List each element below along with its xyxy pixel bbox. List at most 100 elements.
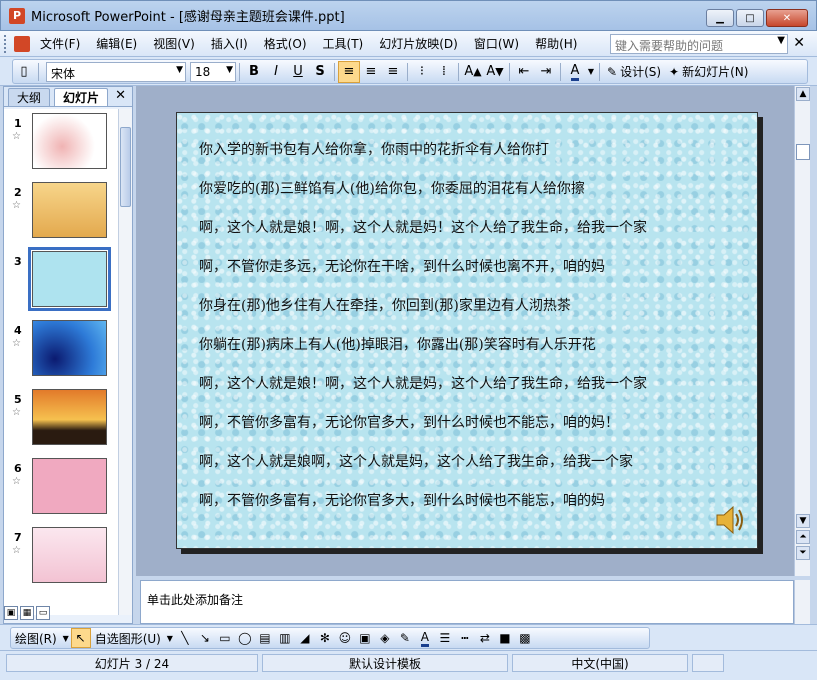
menu-insert[interactable]: 插入(I) bbox=[205, 35, 254, 52]
tab-slides[interactable]: 幻灯片 bbox=[54, 88, 109, 106]
chevron-down-icon[interactable]: ▼ bbox=[61, 628, 71, 648]
slide-text-line[interactable]: 啊，这个人就是娘！啊，这个人就是妈！这个人给了我生命，给我一个家 bbox=[199, 217, 647, 237]
slide-text-line[interactable]: 啊，这个人就是娘！啊，这个人就是妈，这个人给了我生命，给我一个家 bbox=[199, 373, 647, 393]
slide-thumbnail-row[interactable]: 3 bbox=[4, 247, 118, 316]
powerpoint-app-icon[interactable]: P bbox=[9, 7, 25, 24]
slide-text-line[interactable]: 你爱吃的(那)三鲜馅有人(他)给你包，你委屈的泪花有人给你擦 bbox=[199, 178, 585, 198]
bold-icon[interactable]: B bbox=[243, 61, 265, 83]
diagram-icon[interactable]: ✻ bbox=[315, 628, 335, 648]
slide-thumbnail-row[interactable]: 6 ☆ bbox=[4, 454, 118, 523]
chevron-down-icon[interactable]: ▼ bbox=[586, 61, 596, 83]
picture-icon[interactable]: ▣ bbox=[355, 628, 375, 648]
font-size-select[interactable]: 18 ▼ bbox=[190, 61, 236, 82]
slide-text-line[interactable]: 啊，不管你多富有，无论你官多大，到什么时候也不能忘，咱的妈！ bbox=[199, 412, 619, 432]
underline-icon[interactable]: U bbox=[287, 61, 309, 83]
rectangle-tool-icon[interactable]: ▭ bbox=[215, 628, 235, 648]
arrow-tool-icon[interactable]: ↘ bbox=[195, 628, 215, 648]
chevron-down-icon[interactable]: ▼ bbox=[165, 628, 175, 648]
slideshow-view-icon[interactable]: ▭ bbox=[36, 606, 50, 620]
notes-scrollbar[interactable] bbox=[794, 580, 810, 624]
current-slide[interactable]: 你入学的新书包有人给你拿，你雨中的花折伞有人给你打 你爱吃的(那)三鲜馅有人(他… bbox=[176, 112, 758, 549]
slide-thumbnail[interactable] bbox=[32, 527, 107, 583]
design-button[interactable]: ✎ 设计(S) bbox=[603, 63, 665, 80]
chevron-down-icon[interactable]: ▼ bbox=[176, 65, 183, 75]
thumbnail-scrollbar[interactable] bbox=[118, 109, 132, 615]
numbered-list-icon[interactable]: ⁝ bbox=[411, 61, 433, 83]
document-icon[interactable] bbox=[14, 35, 30, 52]
align-center-icon[interactable]: ≡ bbox=[360, 61, 382, 83]
slide-thumbnail[interactable] bbox=[32, 113, 107, 169]
italic-icon[interactable]: I bbox=[265, 61, 287, 83]
font-color-icon[interactable]: A bbox=[564, 61, 586, 83]
vertical-textbox-icon[interactable]: ▥ bbox=[275, 628, 295, 648]
shadow-icon[interactable]: S bbox=[309, 61, 331, 83]
menu-view[interactable]: 视图(V) bbox=[147, 35, 201, 52]
menu-help[interactable]: 帮助(H) bbox=[529, 35, 583, 52]
wordart-icon[interactable]: ◢ bbox=[295, 628, 315, 648]
close-document-icon[interactable]: ✕ bbox=[793, 35, 805, 51]
menu-file[interactable]: 文件(F) bbox=[34, 35, 86, 52]
menu-tools[interactable]: 工具(T) bbox=[317, 35, 370, 52]
previous-slide-icon[interactable]: ⏶ bbox=[796, 530, 810, 544]
slide-text-line[interactable]: 啊，不管你多富有，无论你官多大，到什么时候也不能忘，咱的妈 bbox=[199, 490, 605, 510]
arrow-style-icon[interactable]: ⇄ bbox=[475, 628, 495, 648]
chevron-down-icon[interactable]: ▼ bbox=[226, 65, 233, 75]
scrollbar-thumb[interactable] bbox=[796, 144, 810, 160]
line-style-icon[interactable]: ☰ bbox=[435, 628, 455, 648]
bulleted-list-icon[interactable]: ⁞ bbox=[433, 61, 455, 83]
scroll-up-icon[interactable]: ▲ bbox=[796, 87, 810, 101]
slide-sorter-view-icon[interactable]: ▦ bbox=[20, 606, 34, 620]
notes-pane[interactable]: 单击此处添加备注 bbox=[140, 580, 794, 624]
increase-font-icon[interactable]: A ▲ bbox=[462, 61, 484, 83]
close-icon[interactable]: ✕ bbox=[115, 88, 126, 103]
normal-view-icon[interactable]: ▣ bbox=[4, 606, 18, 620]
language-status[interactable]: 中文(中国) bbox=[512, 654, 688, 672]
minimize-button[interactable]: ▁ bbox=[706, 9, 734, 27]
sound-speaker-icon[interactable] bbox=[713, 503, 747, 537]
line-color-icon[interactable]: ✎ bbox=[395, 628, 415, 648]
fill-color-icon[interactable]: ◈ bbox=[375, 628, 395, 648]
maximize-button[interactable]: □ bbox=[736, 9, 764, 27]
chevron-down-icon[interactable]: ▼ bbox=[777, 35, 785, 46]
dash-style-icon[interactable]: ┅ bbox=[455, 628, 475, 648]
shadow-style-icon[interactable]: ■ bbox=[495, 628, 515, 648]
align-right-icon[interactable]: ≡ bbox=[382, 61, 404, 83]
align-left-icon[interactable]: ≡ bbox=[338, 60, 360, 83]
next-slide-icon[interactable]: ⏷ bbox=[796, 546, 810, 560]
slide-thumbnail[interactable] bbox=[32, 389, 107, 445]
decrease-indent-icon[interactable]: ⇤ bbox=[513, 61, 535, 83]
slide-text-line[interactable]: 啊，这个人就是娘啊，这个人就是妈，这个人给了我生命，给我一个家 bbox=[199, 451, 633, 471]
slide-thumbnail-row[interactable]: 2 ☆ bbox=[4, 178, 118, 247]
slide-text-line[interactable]: 你身在(那)他乡住有人在牵挂，你回到(那)家里边有人沏热茶 bbox=[199, 295, 571, 315]
menu-slideshow[interactable]: 幻灯片放映(D) bbox=[373, 35, 464, 52]
tab-outline[interactable]: 大纲 bbox=[8, 88, 51, 106]
oval-tool-icon[interactable]: ◯ bbox=[235, 628, 255, 648]
3d-style-icon[interactable]: ▩ bbox=[515, 628, 535, 648]
menu-edit[interactable]: 编辑(E) bbox=[90, 35, 143, 52]
scrollbar-thumb[interactable] bbox=[120, 127, 131, 207]
slide-thumbnail-selected[interactable] bbox=[28, 247, 111, 311]
line-tool-icon[interactable]: ╲ bbox=[175, 628, 195, 648]
new-slide-button[interactable]: ✦ 新幻灯片(N) bbox=[665, 63, 752, 80]
clipart-icon[interactable]: ☺ bbox=[335, 628, 355, 648]
increase-indent-icon[interactable]: ⇥ bbox=[535, 61, 557, 83]
help-search-input[interactable]: 键入需要帮助的问题 ▼ bbox=[610, 34, 788, 54]
slide-thumbnail-row[interactable]: 5 ☆ bbox=[4, 385, 118, 454]
design-template-status[interactable]: 默认设计模板 bbox=[262, 654, 508, 672]
new-document-icon[interactable]: ▯ bbox=[13, 61, 35, 83]
close-window-button[interactable]: ✕ bbox=[766, 9, 808, 27]
menu-window[interactable]: 窗口(W) bbox=[468, 35, 525, 52]
menu-grip-handle[interactable] bbox=[4, 34, 10, 53]
font-color-icon[interactable]: A bbox=[415, 628, 435, 648]
textbox-tool-icon[interactable]: ▤ bbox=[255, 628, 275, 648]
slide-text-line[interactable]: 你入学的新书包有人给你拿，你雨中的花折伞有人给你打 bbox=[199, 139, 549, 159]
slide-thumbnail-row[interactable]: 7 ☆ bbox=[4, 523, 118, 592]
slide-thumbnail-row[interactable]: 4 ☆ bbox=[4, 316, 118, 385]
slide-thumbnail[interactable] bbox=[32, 458, 107, 514]
decrease-font-icon[interactable]: A ▼ bbox=[484, 61, 506, 83]
slide-text-line[interactable]: 你躺在(那)病床上有人(他)掉眼泪，你露出(那)笑容时有人乐开花 bbox=[199, 334, 596, 354]
slide-text-line[interactable]: 啊，不管你走多远，无论你在干啥，到什么时候也离不开，咱的妈 bbox=[199, 256, 605, 276]
autoshape-menu-button[interactable]: 自选图形(U) bbox=[91, 630, 165, 647]
scroll-down-icon[interactable]: ▼ bbox=[796, 514, 810, 528]
slide-vertical-scrollbar[interactable]: ▲ ▼ ⏶ ⏷ bbox=[794, 86, 810, 576]
